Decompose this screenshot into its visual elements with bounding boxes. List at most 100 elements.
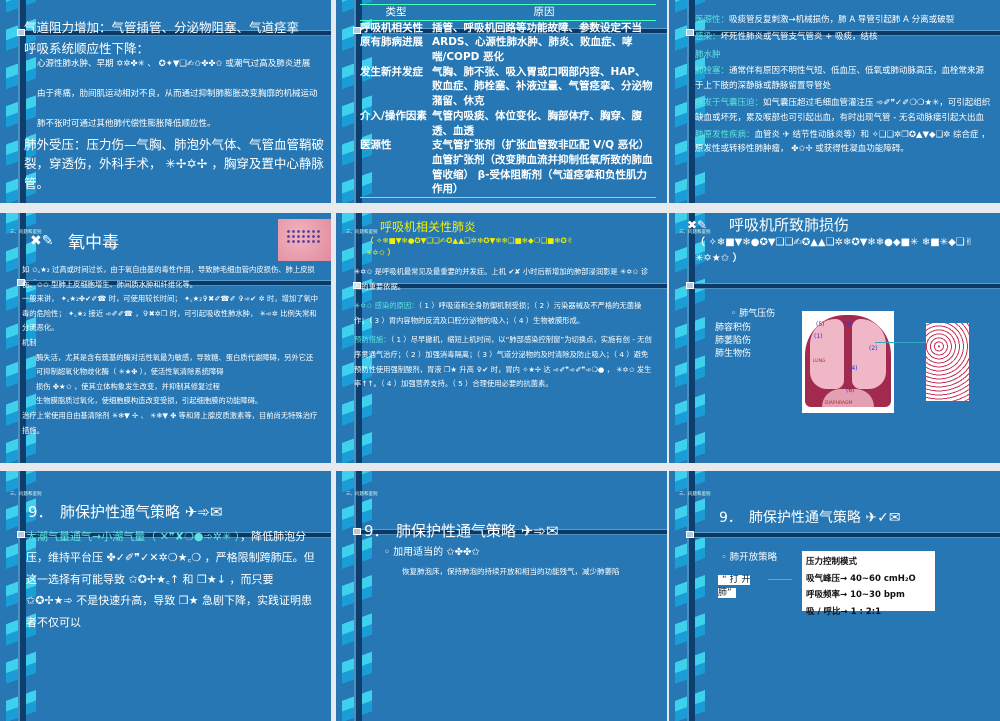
divider-bar xyxy=(687,532,1000,538)
slide-thumbnail-5[interactable]: 三、问题和鉴别 呼吸机相关性肺炎 （ ✧❄■▼❄●✪▼❑❑✍✪▲▲❑✲❄✪▼❄❄… xyxy=(336,213,667,463)
scissors-pencil-icon: ✖✎ xyxy=(30,233,54,249)
sub-bullet-text: 恢复肺泡床，保持肺泡的持续开放和相当的功能残气，减少肺萎陷 xyxy=(402,567,620,576)
bullet-text: 治疗上常使用自由基清除剂 ✳❄▼ ✢ 、 ✳❄▼ ✤ 等和肾上腺皮质激素等，目前… xyxy=(22,410,318,435)
table-row: 介入/操作因素 气管内吸痰、体位变化、胸部体疗、胸穿、腹透、血透 xyxy=(360,109,656,138)
type-cell: 医源性 xyxy=(360,139,392,152)
diagram-label: Diaphragm xyxy=(825,401,853,406)
list-item: 肺生物伤 xyxy=(715,349,752,360)
setting-line: 吸气峰压→ 40~60 cmH₂O xyxy=(806,573,916,584)
left-lung xyxy=(810,319,844,389)
bullet-list: 医源性：吸痰管反复刺激→机械损伤，肺 A 导管引起肺 A 分离或破裂 感染：坏死… xyxy=(695,12,991,157)
slide-title: 9． 肺保护性通气策略 ✈➾✉ xyxy=(28,503,223,521)
item-text: 吸痰管反复刺激→机械损伤，肺 A 导管引起肺 A 分离或破裂 xyxy=(729,15,955,25)
item-text: （ 1 ）尽早撤机，缩短上机时间，以“肺部感染控制窗”为切换点，实施有创 - 无… xyxy=(354,335,652,389)
divider-bar xyxy=(687,283,1000,289)
divider-knob xyxy=(686,29,694,36)
bullet-text: 一般来讲， ✦꜀★₂✤✔✐☎ 时，可使用较长时间； ✦꜀★₂✞✖✐☎✐ ✞➾✔ … xyxy=(22,294,319,333)
slide-thumbnail-2[interactable]: 类型 原因 呼吸机相关性 插管、呼吸机回路等功能故障、参数设定不当 原有肺病进展 AR… xyxy=(336,0,667,203)
cause-cell: 气管内吸痰、体位变化、胸部体疗、胸穿、腹透、血透 xyxy=(432,109,642,137)
slide-title: 9． 肺保护性通气策略 ✈➾✉ xyxy=(364,522,559,540)
item-key: 肺栓塞： xyxy=(695,66,730,77)
cause-cell: 插管、呼吸机回路等功能故障、参数设定不当 xyxy=(432,21,642,34)
slide-thumbnail-9[interactable]: 三、问题和鉴别 9． 肺保护性通气策略 ✈✓✉ ◦ 肺开放策略 “ 打 开 肺”… xyxy=(669,471,1000,721)
divider-knob xyxy=(353,528,361,535)
slide-title: 9． 肺保护性通气策略 ✈✓✉ xyxy=(719,510,901,526)
cell-dots xyxy=(286,229,322,243)
bullet-text: 肺外受压：压力伤—气胸、肺泡外气体、气管血管鞘破裂，穿透伤，外科手术， ✳✢✡✢… xyxy=(24,137,325,191)
divider-knob xyxy=(686,531,694,538)
bullet-label: 肺开放策略 xyxy=(729,552,778,563)
bullet-text: 呼吸系统顺应性下降： xyxy=(24,41,150,56)
sub-bullet-text: 生物膜脂质过氧化，使细胞膜构造改变受损，引起细胞膜的功能障碍。 xyxy=(36,396,263,406)
sub-bullet-text: 由于疼痛，肋间肌运动相对不良，从而通过抑制肺膨胀改变胸廓的机械运动 xyxy=(37,89,318,99)
slide-thumbnail-4[interactable]: 三、问题和鉴别 ✖✎ 氧中毒 如 ✩꜀★₂ 过高或时间过长，由于氧自由基的毒性作… xyxy=(0,213,331,463)
slide-subtitle: （ ✧❄■▼❄●✪▼❑❑✍✪▲▲❑✲❄✪▼❄❄●◆■✳ ❄■✳◆❑✌ ✳✡★✩ … xyxy=(695,237,974,264)
body-text: ，降低肺泡分压，维持平台压 ✤✓✐❞✓✕✲❍★꜀❍ ，严格限制跨肺压。但这一选择… xyxy=(26,530,315,629)
slide-title: 呼吸机相关性肺炎 xyxy=(380,220,477,234)
bullet-text: ◦ 肺开放策略 xyxy=(721,552,778,563)
scissors-pencil-icon: ✖✎ xyxy=(687,218,708,232)
section-header: 三、问题和鉴别 xyxy=(346,492,378,497)
bullet-text: 如 ✩꜀★₂ 过高或时间过长，由于氧自由基的毒性作用，导致肺毛细血管内皮损伤、肺… xyxy=(22,265,315,289)
section-header: 三、问题和鉴别 xyxy=(679,492,711,497)
list-item: ✳✡✩ 是呼吸机最常见及最重要的并发症。上机 ✔✘ 小时后新增加的肺部浸润影是 … xyxy=(354,265,654,294)
right-lung xyxy=(852,319,886,389)
slide-thumbnail-6[interactable]: 三、问题和鉴别 ✖✎ 呼吸机所致肺损伤 （ ✧❄■▼❄●✪▼❑❑✍✪▲▲❑✲❄✪… xyxy=(669,213,1000,463)
spine-decoration xyxy=(687,213,695,463)
table-header: 类型 xyxy=(385,6,407,18)
slide-thumbnail-3[interactable]: 医源性：吸痰管反复刺激→机械损伤，肺 A 导管引起肺 A 分离或破裂 感染：坏死… xyxy=(669,0,1000,203)
diagram-label: (1) xyxy=(814,333,823,340)
cause-cell: ARDS、心源性肺水肿、肺炎、败血症、哮喘/COPD 恶化 xyxy=(432,36,633,64)
list-item: 肺水肿 xyxy=(695,47,991,64)
slide-title: 呼吸机所致肺损伤 xyxy=(729,216,850,234)
list-item: 继发于气囊压迫：如气囊压超过毛细血管灌注压 ➾✐❞✓✐❍❍★✳，可引起组织缺血或… xyxy=(695,96,991,125)
setting-line: 压力控制模式 xyxy=(806,557,858,567)
spine-decoration xyxy=(687,471,695,721)
settings-box: 压力控制模式 吸气峰压→ 40~60 cmH₂O 呼吸频率→ 10~30 bpm… xyxy=(802,551,935,617)
item-text: ✳✡✩ 是呼吸机最常见及最重要的并发症。上机 ✔✘ 小时后新增加的肺部浸润影是 … xyxy=(354,267,649,291)
causes-table: 类型 原因 呼吸机相关性 插管、呼吸机回路等功能故障、参数设定不当 原有肺病进展 AR… xyxy=(360,4,656,198)
slide-thumbnail-8[interactable]: 三、问题和鉴别 9． 肺保护性通气策略 ✈➾✉ ◦ 加用适当的 ✩✤✤✩ 恢复肺… xyxy=(336,471,667,721)
sub-bullet-text: 酶失活，尤其是含有巯基的酶对活性氧最为敏感，导致糖、蛋白质代谢障碍，另外它还可抑… xyxy=(36,352,314,377)
list-item: 肺萎陷伤 xyxy=(715,336,752,347)
list-item: ✳✡✩ 感染的原因：（ 1 ）呼吸道和全身防御机制受损；（ 2 ）污染器械及不严… xyxy=(354,299,654,328)
item-key: 肺原发性疾病： xyxy=(695,130,755,141)
list-item: 医源性：吸痰管反复刺激→机械损伤，肺 A 导管引起肺 A 分离或破裂 xyxy=(695,12,991,29)
type-cell: 介入/操作因素 xyxy=(360,109,427,122)
slide-title: 氧中毒 xyxy=(68,233,119,253)
injury-list: 肺容积伤 肺萎陷伤 肺生物伤 xyxy=(715,322,751,361)
list-item: 预防措施：（ 1 ）尽早撤机，缩短上机时间，以“肺部感染控制窗”为切换点，实施有… xyxy=(354,333,654,391)
item-key: 感染： xyxy=(695,32,721,43)
diagram-label: (4) xyxy=(849,365,858,372)
slide-subtitle: （ ✧❄■▼❄●✪▼❑❑✍✪▲▲❑✲❄✪▼❄❄❑■❄◆❍❑■❄✪✌ ✳✡✩ ） xyxy=(366,236,574,257)
lung-diagram-image: (5) (3) (1) (2) Lung (4) (6) Diaphragm xyxy=(802,311,894,413)
diagram-label: Lung xyxy=(813,359,826,364)
table-row: 原有肺病进展 ARDS、心源性肺水肿、肺炎、败血症、哮喘/COPD 恶化 xyxy=(360,35,656,64)
item-key: 预防措施： xyxy=(354,335,391,345)
divider-knob xyxy=(17,531,25,538)
slide-thumbnail-7[interactable]: 三、问题和鉴别 9． 肺保护性通气策略 ✈➾✉ 大潮气量通气→小潮气量（ ✕❞✘… xyxy=(0,471,331,721)
table-row: 发生新并发症 气胸、肺不张、吸入胃或口咽部内容、HAP、败血症、肺栓塞、补液过量、… xyxy=(360,65,656,109)
cause-cell: 支气管扩张剂（扩张血管致非匹配 V/Q 恶化） 血管扩张剂（改变肺血流并抑制低氧… xyxy=(432,139,653,196)
bullet-text: 大潮气量通气→小潮气量（ ✕❞✘❍●➾✲✳ ），降低肺泡分压，维持平台压 ✤✓✐… xyxy=(26,526,316,633)
setting-line: 吸 / 呼比→ 1 : 2:1 xyxy=(806,606,882,617)
bullet-text: 机制 xyxy=(22,337,37,347)
divider-knob xyxy=(686,282,694,289)
slide-thumbnail-1[interactable]: 气道阻力增加：气管插管、分泌物阻塞、气道痉挛 呼吸系统顺应性下降： 心源性肺水肿… xyxy=(0,0,331,203)
lung-histology-image xyxy=(926,323,969,401)
open-lung-label: “ 打 开 肺” xyxy=(715,574,767,599)
table-row: 医源性 支气管扩张剂（扩张血管致非匹配 V/Q 恶化） 血管扩张剂（改变肺血流并抑… xyxy=(360,138,656,197)
bullet-label: 加用适当的 ✩✤✤✩ xyxy=(393,547,480,558)
sub-bullet-text: 心源性肺水肿、早期 ✡✲✤✳ 、 ✪✦▼❑✍✩✤✤✩ 或潮气过高及肺炎进展 xyxy=(37,59,311,69)
spine-decoration xyxy=(18,471,26,721)
item-key: 继发于气囊压迫： xyxy=(695,98,764,109)
setting-line: 呼吸频率→ 10~30 bpm xyxy=(806,590,905,601)
table-row: 呼吸机相关性 插管、呼吸机回路等功能故障、参数设定不当 xyxy=(360,20,656,35)
item-key: 医源性： xyxy=(695,15,730,25)
section-header: 三、问题和鉴别 xyxy=(10,492,42,497)
item-key: 肺水肿 xyxy=(695,49,721,60)
type-cell: 原有肺病进展 xyxy=(360,36,423,49)
content-block: 如 ✩꜀★₂ 过高或时间过长，由于氧自由基的毒性作用，导致肺毛细血管内皮损伤、肺… xyxy=(22,263,320,438)
table-header: 原因 xyxy=(533,6,555,18)
item-key: ✳✡✩ 感染的原因： xyxy=(354,301,419,311)
